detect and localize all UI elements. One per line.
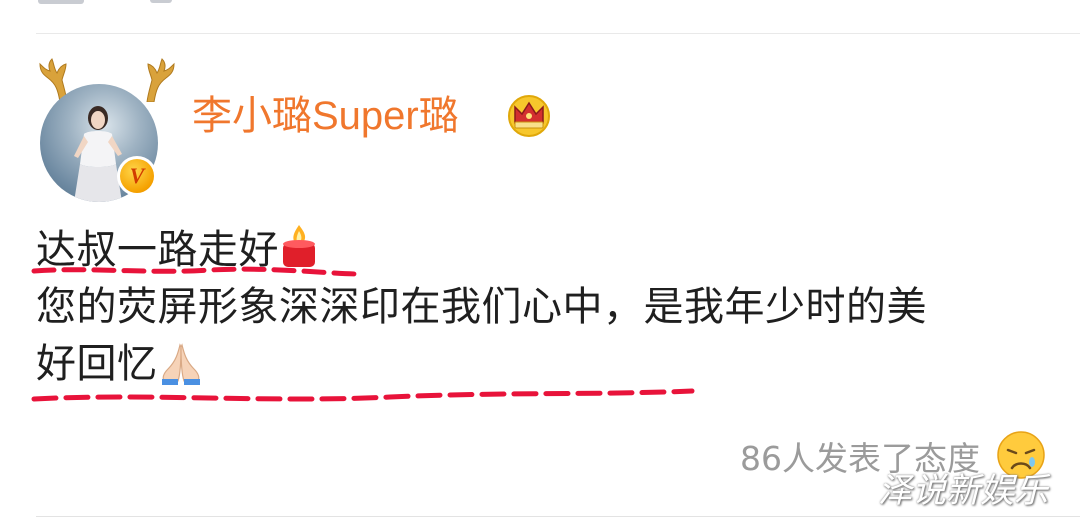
- red-dashed-underline: [31, 266, 359, 277]
- watermark-text: 泽说新娱乐: [878, 471, 1048, 511]
- post-body: 达叔一路走好 您的荧屏形象深深印在我们心中，是我年少时的美 好回忆: [31, 222, 1046, 402]
- post-line: 达叔一路走好: [31, 222, 1046, 279]
- top-sliver: [0, 0, 1080, 6]
- crown-icon[interactable]: [505, 89, 553, 139]
- antler-decoration-icon: [146, 58, 175, 102]
- post-line: 您的荧屏形象深深印在我们心中，是我年少时的美: [31, 279, 1046, 402]
- previous-item-fragment: [150, 0, 172, 3]
- post-line: 好回忆: [36, 336, 1046, 393]
- folded-hands-emoji-icon: [161, 343, 200, 385]
- username[interactable]: 李小璐Super璐: [192, 86, 459, 146]
- post-text: 好回忆: [36, 341, 158, 387]
- previous-item-fragment: [38, 0, 84, 4]
- divider: [36, 33, 1080, 34]
- avatar-person-icon: [74, 106, 122, 202]
- post-text: 您的荧屏形象深深印在我们心中，是我年少时的美: [36, 284, 927, 330]
- divider: [36, 516, 1080, 517]
- avatar-container[interactable]: V: [34, 58, 175, 202]
- verified-badge-icon: V: [117, 156, 157, 196]
